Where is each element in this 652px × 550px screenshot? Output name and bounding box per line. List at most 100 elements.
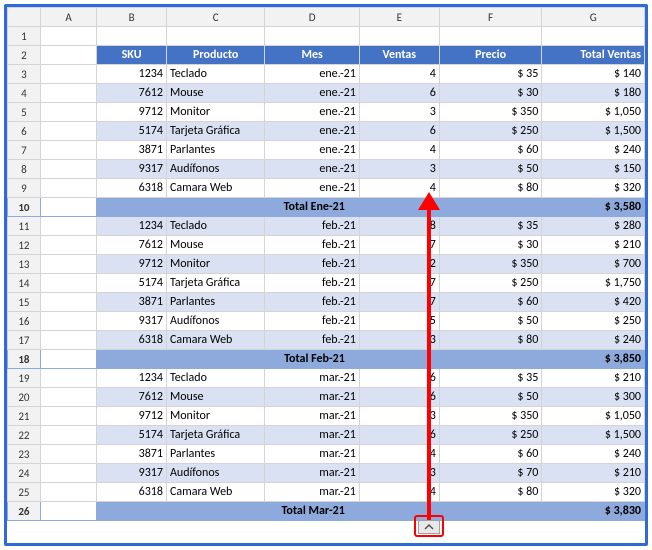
table-row[interactable]: 207612Mousemar.-216$ 50$ 300 bbox=[8, 388, 645, 407]
row-header[interactable]: 8 bbox=[8, 160, 41, 179]
table-row[interactable]: 73871Parlantesene.-214$ 60$ 240 bbox=[8, 141, 645, 160]
cell-mes[interactable]: mar.-21 bbox=[265, 483, 359, 502]
cell-producto[interactable]: Camara Web bbox=[166, 179, 264, 198]
cell-precio[interactable]: $ 250 bbox=[439, 426, 542, 445]
header-total[interactable]: Total Ventas bbox=[542, 46, 645, 65]
cell-total[interactable]: $ 320 bbox=[542, 483, 645, 502]
cell-sku[interactable]: 6318 bbox=[97, 483, 167, 502]
cell-producto[interactable]: Mouse bbox=[166, 388, 264, 407]
row-header[interactable]: 11 bbox=[8, 217, 41, 236]
cell-sku[interactable]: 9317 bbox=[97, 160, 167, 179]
subtotal-row[interactable]: 26Total Mar-21$ 3,830 bbox=[8, 502, 645, 521]
cell-mes[interactable]: mar.-21 bbox=[265, 369, 359, 388]
cell[interactable] bbox=[97, 27, 167, 46]
cell-precio[interactable]: $ 35 bbox=[439, 369, 542, 388]
cell[interactable] bbox=[97, 350, 167, 369]
cell[interactable] bbox=[40, 331, 96, 350]
cell-sku[interactable]: 5174 bbox=[97, 426, 167, 445]
cell-sku[interactable]: 1234 bbox=[97, 65, 167, 84]
cell-total[interactable]: $ 1,750 bbox=[542, 274, 645, 293]
header-sku[interactable]: SKU bbox=[97, 46, 167, 65]
cell[interactable] bbox=[439, 27, 542, 46]
cell-total[interactable]: $ 210 bbox=[542, 236, 645, 255]
table-row[interactable]: 225174Tarjeta Gráficamar.-216$ 250$ 1,50… bbox=[8, 426, 645, 445]
cell-total[interactable]: $ 140 bbox=[542, 65, 645, 84]
cell-total[interactable]: $ 1,500 bbox=[542, 426, 645, 445]
cell-producto[interactable]: Teclado bbox=[166, 369, 264, 388]
cell-total[interactable]: $ 1,050 bbox=[542, 103, 645, 122]
row-header[interactable]: 6 bbox=[8, 122, 41, 141]
cell-total[interactable]: $ 280 bbox=[542, 217, 645, 236]
col-header[interactable]: E bbox=[359, 8, 439, 27]
cell-precio[interactable]: $ 350 bbox=[439, 255, 542, 274]
cell-total[interactable]: $ 240 bbox=[542, 331, 645, 350]
grid[interactable]: A B C D E F G 12SKUProductoMesVentasPrec… bbox=[7, 7, 645, 521]
cell-mes[interactable]: ene.-21 bbox=[265, 122, 359, 141]
cell-precio[interactable]: $ 60 bbox=[439, 445, 542, 464]
cell-mes[interactable]: feb.-21 bbox=[265, 312, 359, 331]
row-header[interactable]: 25 bbox=[8, 483, 41, 502]
row-header[interactable]: 4 bbox=[8, 84, 41, 103]
cell[interactable] bbox=[97, 198, 167, 217]
cell-sku[interactable]: 7612 bbox=[97, 388, 167, 407]
cell[interactable] bbox=[40, 160, 96, 179]
cell-mes[interactable]: ene.-21 bbox=[265, 65, 359, 84]
cell-sku[interactable]: 9712 bbox=[97, 103, 167, 122]
cell[interactable] bbox=[166, 502, 264, 521]
cell-producto[interactable]: Parlantes bbox=[166, 293, 264, 312]
cell[interactable] bbox=[40, 350, 96, 369]
cell-mes[interactable]: mar.-21 bbox=[265, 464, 359, 483]
cell-producto[interactable]: Teclado bbox=[166, 65, 264, 84]
cell[interactable] bbox=[40, 502, 96, 521]
cell-total[interactable]: $ 300 bbox=[542, 388, 645, 407]
spreadsheet[interactable]: A B C D E F G 12SKUProductoMesVentasPrec… bbox=[7, 7, 645, 543]
cell-ventas[interactable]: 6 bbox=[359, 122, 439, 141]
row-header[interactable]: 19 bbox=[8, 369, 41, 388]
cell[interactable] bbox=[97, 502, 167, 521]
cell-precio[interactable]: $ 35 bbox=[439, 217, 542, 236]
cell-mes[interactable]: feb.-21 bbox=[265, 293, 359, 312]
cell-precio[interactable]: $ 250 bbox=[439, 274, 542, 293]
table-row[interactable]: 169317Audífonosfeb.-215$ 50$ 250 bbox=[8, 312, 645, 331]
cell[interactable] bbox=[40, 369, 96, 388]
cell-producto[interactable]: Tarjeta Gráfica bbox=[166, 122, 264, 141]
cell-ventas[interactable]: 3 bbox=[359, 160, 439, 179]
table-row[interactable]: 47612Mouseene.-216$ 30$ 180 bbox=[8, 84, 645, 103]
cell-precio[interactable]: $ 70 bbox=[439, 464, 542, 483]
subtotal-value[interactable]: $ 3,830 bbox=[542, 502, 645, 521]
col-header[interactable]: A bbox=[40, 8, 96, 27]
row-header[interactable]: 20 bbox=[8, 388, 41, 407]
cell-producto[interactable]: Audífonos bbox=[166, 160, 264, 179]
row-header[interactable]: 22 bbox=[8, 426, 41, 445]
col-header[interactable]: B bbox=[97, 8, 167, 27]
table-row[interactable]: 153871Parlantesfeb.-217$ 60$ 420 bbox=[8, 293, 645, 312]
cell[interactable] bbox=[542, 27, 645, 46]
cell[interactable] bbox=[40, 426, 96, 445]
cell-sku[interactable]: 9712 bbox=[97, 407, 167, 426]
cell-total[interactable]: $ 1,500 bbox=[542, 122, 645, 141]
row-header[interactable]: 15 bbox=[8, 293, 41, 312]
cell-precio[interactable]: $ 350 bbox=[439, 407, 542, 426]
table-row[interactable]: 176318Camara Webfeb.-213$ 80$ 240 bbox=[8, 331, 645, 350]
subtotal-row[interactable]: 18Total Feb-21$ 3,850 bbox=[8, 350, 645, 369]
cell-mes[interactable]: mar.-21 bbox=[265, 388, 359, 407]
table-row[interactable]: 1 bbox=[8, 27, 645, 46]
cell[interactable] bbox=[40, 445, 96, 464]
cell[interactable] bbox=[40, 179, 96, 198]
row-header[interactable]: 26 bbox=[8, 502, 41, 521]
cell[interactable] bbox=[40, 27, 96, 46]
header-producto[interactable]: Producto bbox=[166, 46, 264, 65]
row-header[interactable]: 7 bbox=[8, 141, 41, 160]
cell-sku[interactable]: 5174 bbox=[97, 122, 167, 141]
cell-total[interactable]: $ 210 bbox=[542, 464, 645, 483]
cell-sku[interactable]: 3871 bbox=[97, 293, 167, 312]
cell-ventas[interactable]: 4 bbox=[359, 65, 439, 84]
cell[interactable] bbox=[166, 350, 264, 369]
row-header[interactable]: 16 bbox=[8, 312, 41, 331]
subtotal-value[interactable]: $ 3,850 bbox=[542, 350, 645, 369]
cell-sku[interactable]: 7612 bbox=[97, 236, 167, 255]
cell[interactable] bbox=[265, 27, 359, 46]
cell-mes[interactable]: feb.-21 bbox=[265, 331, 359, 350]
header-ventas[interactable]: Ventas bbox=[359, 46, 439, 65]
cell[interactable] bbox=[40, 274, 96, 293]
